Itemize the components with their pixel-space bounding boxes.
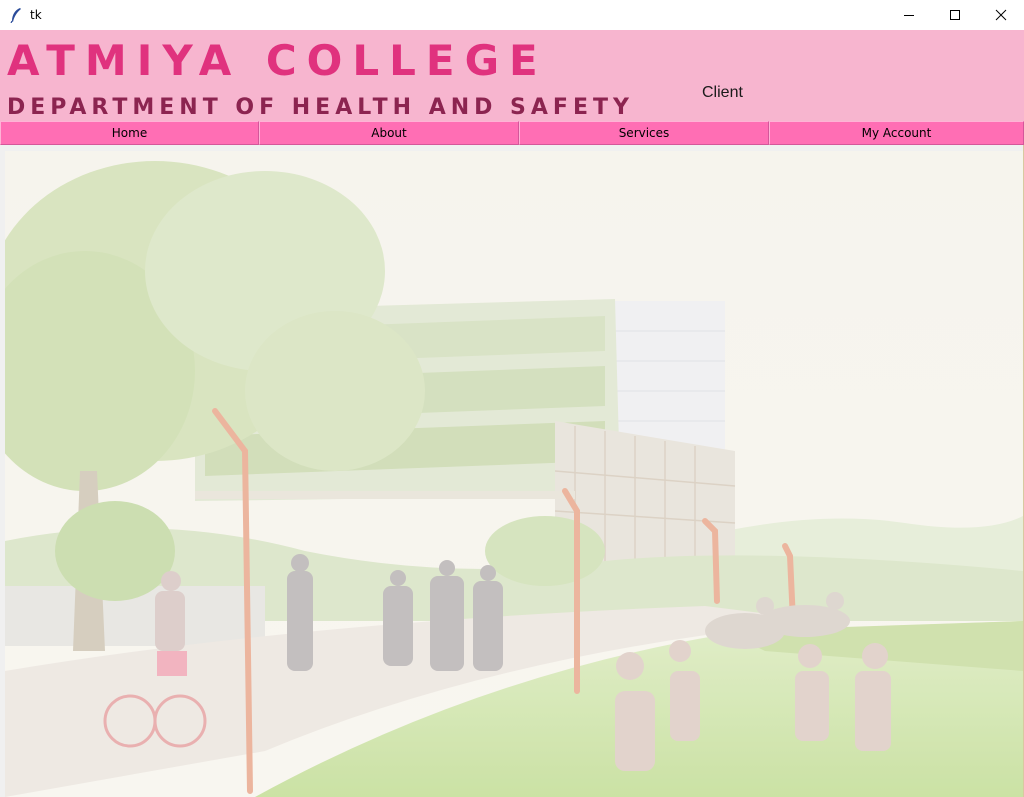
department-subheading: DEPARTMENT OF HEALTH AND SAFETY	[7, 95, 634, 120]
close-icon	[995, 9, 1007, 21]
nav-my-account-button[interactable]: My Account	[769, 121, 1024, 145]
minimize-icon	[904, 15, 914, 16]
tk-window: tk ATMIYA COLLEGE DEPARTMENT OF HEALTH A…	[0, 0, 1024, 797]
nav-about-button[interactable]: About	[259, 121, 519, 145]
nav-home-button[interactable]: Home	[0, 121, 259, 145]
campus-illustration	[5, 151, 1023, 797]
user-role-label: Client	[702, 84, 743, 101]
maximize-button[interactable]	[932, 0, 978, 30]
campus-image	[5, 151, 1023, 797]
nav-services-button[interactable]: Services	[519, 121, 769, 145]
header-banner: ATMIYA COLLEGE DEPARTMENT OF HEALTH AND …	[0, 30, 1024, 121]
maximize-icon	[950, 10, 960, 20]
window-title: tk	[30, 8, 42, 22]
nav-bar: Home About Services My Account	[0, 121, 1024, 145]
feather-icon	[8, 7, 24, 23]
close-button[interactable]	[978, 0, 1024, 30]
title-bar[interactable]: tk	[0, 0, 1024, 30]
college-name-heading: ATMIYA COLLEGE	[7, 36, 548, 85]
window-controls	[886, 0, 1024, 30]
minimize-button[interactable]	[886, 0, 932, 30]
